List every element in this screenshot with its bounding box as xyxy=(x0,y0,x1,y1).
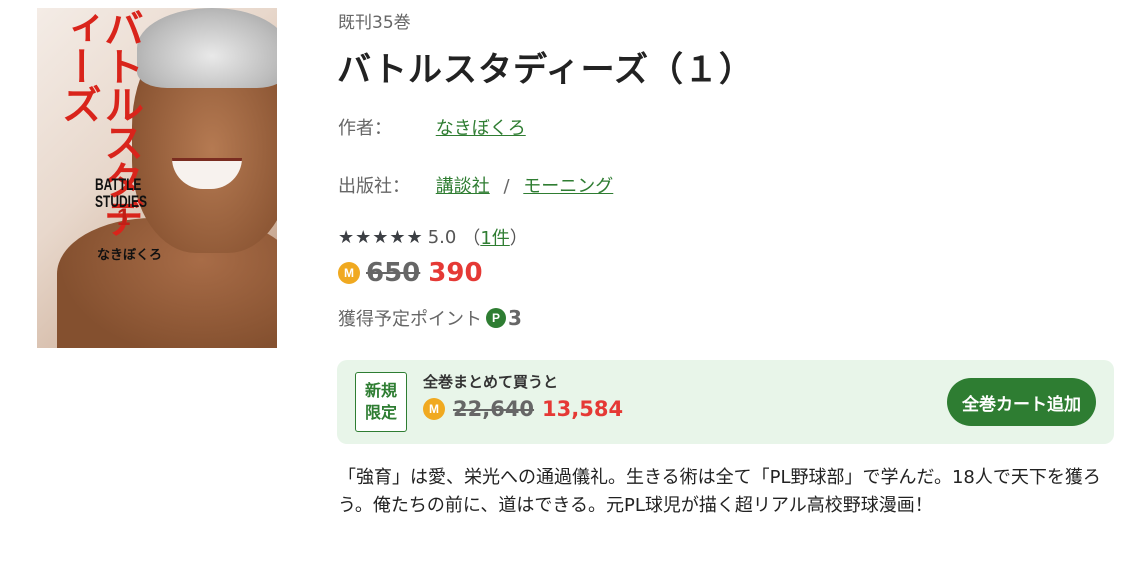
rating-row: ★★★★★ 5.0 （ 1件 ） xyxy=(338,224,528,250)
imprint-link[interactable]: モーニング xyxy=(523,176,613,197)
publisher-link[interactable]: 講談社 xyxy=(436,176,490,197)
cover-figure-hair xyxy=(137,8,277,88)
bundle-sale-price: 13,584 xyxy=(542,397,624,421)
coin-icon: M xyxy=(338,262,360,284)
star-rating-icon: ★★★★★ xyxy=(338,226,424,248)
publisher-row: 出版社： 講談社 / モーニング xyxy=(338,172,613,198)
badge-line-1: 新規 xyxy=(364,381,397,400)
book-description: 「強育」は愛、栄光への通過儀礼。生きる術は全て「PL野球部」で学んだ。18人で天… xyxy=(338,467,1101,516)
author-link[interactable]: なきぼくろ xyxy=(436,118,526,139)
points-icon: P xyxy=(486,308,506,328)
review-count-open: （ xyxy=(462,228,481,249)
price-row: M 650 390 xyxy=(338,258,483,288)
cover-author: なきぼくろ xyxy=(97,248,163,263)
publisher-label: 出版社： xyxy=(338,176,410,197)
review-count-close: ） xyxy=(509,228,528,249)
add-all-to-cart-button[interactable]: 全巻カート追加 xyxy=(947,378,1096,426)
cover-volume-number: 1 xyxy=(117,204,131,231)
review-count-link[interactable]: 1件 xyxy=(480,224,509,250)
original-price: 650 xyxy=(366,258,421,288)
author-label: 作者： xyxy=(338,118,392,139)
series-count: 既刊35巻 xyxy=(338,13,411,33)
new-limited-badge: 新規 限定 xyxy=(355,372,407,432)
points-value: 3 xyxy=(508,306,522,330)
publisher-separator: / xyxy=(503,176,510,197)
badge-line-2: 限定 xyxy=(364,403,397,422)
bundle-offer-panel: 新規 限定 全巻まとめて買うと M 22,640 13,584 全巻カート追加 xyxy=(337,360,1114,444)
coin-icon: M xyxy=(423,398,445,420)
points-row: 獲得予定ポイント P 3 xyxy=(338,305,522,331)
sale-price: 390 xyxy=(428,258,483,288)
bundle-price-row: M 22,640 13,584 xyxy=(423,397,623,421)
author-row: 作者： なきぼくろ xyxy=(338,114,526,140)
rating-score: 5.0 xyxy=(427,226,457,248)
book-title: バトルスタディーズ（１） xyxy=(337,50,754,90)
book-cover-image[interactable]: バトルスタディーズ BATTLE STUDIES 1 なきぼくろ xyxy=(37,8,277,348)
bundle-label: 全巻まとめて買うと xyxy=(423,373,559,391)
points-label: 獲得予定ポイント xyxy=(338,309,482,330)
bundle-original-price: 22,640 xyxy=(453,397,535,421)
